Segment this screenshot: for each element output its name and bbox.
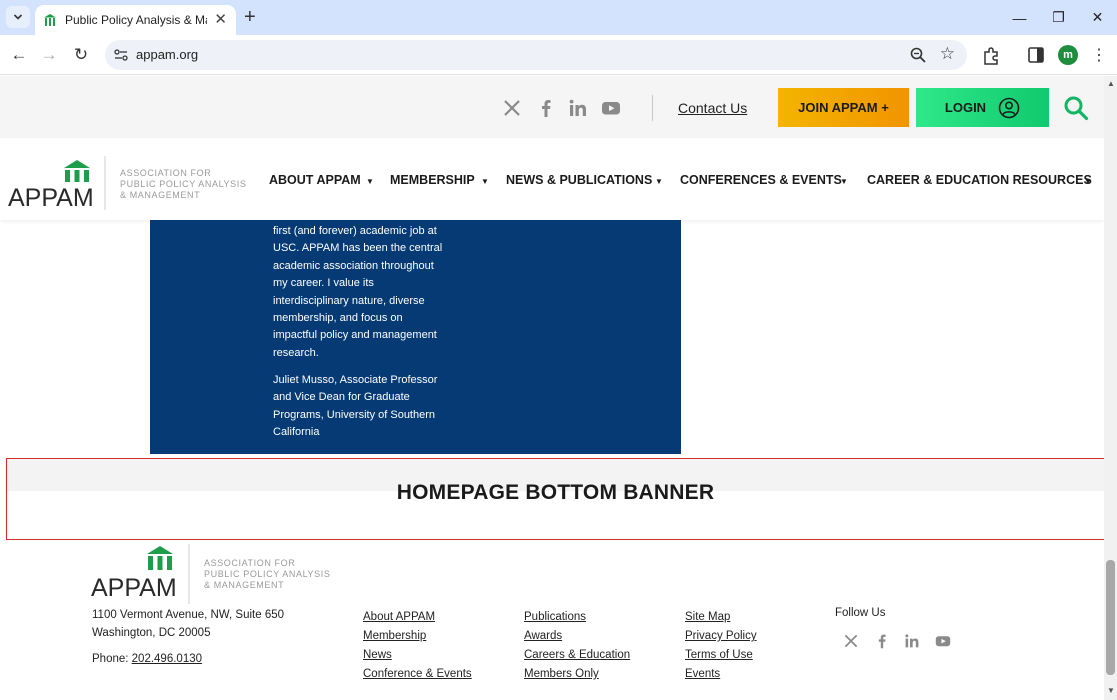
- footer-link-members-only[interactable]: Members Only: [524, 665, 630, 684]
- url-text: appam.org: [136, 47, 199, 62]
- youtube-icon[interactable]: [601, 98, 621, 118]
- testimonial-card: first (and forever) academic job at USC.…: [150, 220, 681, 454]
- scroll-down-arrow-icon[interactable]: ▼: [1107, 686, 1115, 695]
- phone-label: Phone:: [92, 653, 132, 665]
- footer-link-conference-events[interactable]: Conference & Events: [363, 665, 472, 684]
- x-icon[interactable]: [502, 98, 522, 118]
- footer-link-site-map[interactable]: Site Map: [685, 608, 757, 627]
- page-scrollbar[interactable]: ▲ ▼: [1104, 76, 1117, 700]
- address-bar[interactable]: appam.org ☆: [105, 40, 967, 70]
- scroll-up-arrow-icon[interactable]: ▲: [1107, 79, 1115, 88]
- bookmark-star-icon[interactable]: ☆: [940, 44, 955, 64]
- footer-link-about-appam[interactable]: About APPAM: [363, 608, 472, 627]
- caret-down-icon[interactable]: ▼: [655, 177, 663, 186]
- zoom-icon[interactable]: [909, 46, 927, 64]
- browser-menu-icon[interactable]: ⋮: [1088, 44, 1110, 66]
- tab-title: Public Policy Analysis & Management: [65, 13, 207, 27]
- nav-career-education-resources[interactable]: CAREER & EDUCATION RESOURCES: [867, 173, 1092, 187]
- testimonial-quote: first (and forever) academic job at USC.…: [273, 225, 443, 359]
- footer-linkedin-icon[interactable]: [904, 633, 920, 649]
- nav-about-appam[interactable]: ABOUT APPAM: [269, 173, 361, 187]
- chevron-down-icon: [13, 14, 23, 20]
- address-line-2: Washington, DC 20005: [92, 627, 211, 639]
- new-tab-button[interactable]: +: [244, 7, 256, 27]
- site-settings-icon[interactable]: [113, 47, 129, 63]
- caret-down-icon[interactable]: ▼: [481, 177, 489, 186]
- contact-us-link[interactable]: Contact Us: [678, 100, 747, 116]
- window-close-icon[interactable]: ✕: [1078, 0, 1117, 35]
- footer-logo-line-1: ASSOCIATION FOR: [204, 558, 295, 568]
- footer-link-membership[interactable]: Membership: [363, 627, 472, 646]
- phone-link[interactable]: 202.496.0130: [132, 653, 202, 665]
- appam-favicon-icon: [44, 14, 56, 26]
- footer-link-awards[interactable]: Awards: [524, 627, 630, 646]
- tab-search-button[interactable]: [6, 6, 30, 28]
- join-appam-button[interactable]: JOIN APPAM +: [778, 88, 909, 127]
- footer-logo-acronym: APPAM: [91, 574, 177, 602]
- footer-appam-logo[interactable]: APPAM ASSOCIATION FOR PUBLIC POLICY ANAL…: [91, 544, 331, 604]
- user-icon: [998, 97, 1020, 118]
- footer-links-col-1: About APPAM Membership News Conference &…: [363, 608, 472, 684]
- nav-conferences-events[interactable]: CONFERENCES & EVENTS: [680, 173, 842, 187]
- logo-acronym: APPAM: [8, 184, 94, 212]
- login-button[interactable]: LOGIN: [916, 88, 1049, 127]
- tab-close-icon[interactable]: ✕: [214, 12, 227, 28]
- side-panel-icon[interactable]: [1025, 44, 1047, 66]
- browser-toolbar: ← → ↻ appam.org ☆ ⋮: [0, 35, 1117, 75]
- main-navigation: APPAM ASSOCIATION FOR PUBLIC POLICY ANAL…: [0, 138, 1104, 220]
- nav-membership[interactable]: MEMBERSHIP: [390, 173, 475, 187]
- banner-title: HOMEPAGE BOTTOM BANNER: [396, 481, 715, 504]
- caret-down-icon[interactable]: ▼: [1084, 177, 1092, 186]
- footer-link-publications[interactable]: Publications: [524, 608, 630, 627]
- columns-icon: [147, 546, 173, 570]
- footer-links-col-3: Site Map Privacy Policy Terms of Use Eve…: [685, 608, 757, 684]
- columns-icon: [64, 160, 90, 182]
- nav-news-publications[interactable]: NEWS & PUBLICATIONS: [506, 173, 652, 187]
- caret-down-icon[interactable]: ▼: [840, 177, 848, 186]
- browser-tab-active[interactable]: Public Policy Analysis & Management ✕: [35, 5, 236, 35]
- linkedin-icon[interactable]: [568, 98, 588, 118]
- extensions-icon[interactable]: [980, 44, 1002, 66]
- reload-icon[interactable]: ↻: [69, 43, 93, 67]
- back-arrow-icon[interactable]: ←: [7, 43, 31, 67]
- web-page: Contact Us JOIN APPAM + LOGIN APPAM ASSO…: [0, 76, 1104, 700]
- footer-facebook-icon[interactable]: [874, 633, 890, 649]
- facebook-icon[interactable]: [536, 98, 556, 118]
- footer-youtube-icon[interactable]: [935, 633, 951, 649]
- search-icon[interactable]: [1063, 95, 1089, 121]
- footer-link-events[interactable]: Events: [685, 665, 757, 684]
- homepage-bottom-banner[interactable]: HOMEPAGE BOTTOM BANNER: [6, 458, 1104, 540]
- appam-logo[interactable]: APPAM ASSOCIATION FOR PUBLIC POLICY ANAL…: [8, 154, 248, 214]
- logo-line-1: ASSOCIATION FOR: [120, 168, 211, 178]
- window-controls: — ❐ ✕: [1000, 0, 1117, 35]
- profile-avatar[interactable]: m: [1058, 45, 1078, 65]
- scrollbar-thumb[interactable]: [1106, 560, 1115, 675]
- utility-bar: Contact Us JOIN APPAM + LOGIN: [0, 76, 1104, 138]
- caret-down-icon[interactable]: ▼: [366, 177, 374, 186]
- footer-link-news[interactable]: News: [363, 646, 472, 665]
- utility-divider: [652, 95, 653, 121]
- follow-us-label: Follow Us: [835, 607, 886, 619]
- logo-line-2: PUBLIC POLICY ANALYSIS: [120, 179, 246, 189]
- minimize-icon[interactable]: —: [1000, 0, 1039, 35]
- browser-tab-strip: Public Policy Analysis & Management ✕ + …: [0, 0, 1117, 35]
- restore-icon[interactable]: ❐: [1039, 0, 1078, 35]
- forward-arrow-icon[interactable]: →: [37, 43, 61, 67]
- footer-link-careers-education[interactable]: Careers & Education: [524, 646, 630, 665]
- footer-links-col-2: Publications Awards Careers & Education …: [524, 608, 630, 684]
- footer-logo-line-2: PUBLIC POLICY ANALYSIS: [204, 569, 330, 579]
- footer-address: 1100 Vermont Avenue, NW, Suite 650 Washi…: [92, 606, 284, 642]
- footer-link-terms-of-use[interactable]: Terms of Use: [685, 646, 757, 665]
- address-line-1: 1100 Vermont Avenue, NW, Suite 650: [92, 609, 285, 621]
- footer-phone: Phone: 202.496.0130: [92, 653, 202, 665]
- footer-logo-line-3: & MANAGEMENT: [204, 580, 284, 590]
- footer-link-privacy-policy[interactable]: Privacy Policy: [685, 627, 757, 646]
- logo-line-3: & MANAGEMENT: [120, 190, 200, 200]
- footer-x-icon[interactable]: [843, 633, 859, 649]
- login-label: LOGIN: [944, 100, 987, 115]
- testimonial-author: Juliet Musso, Associate Professor and Vi…: [273, 374, 438, 439]
